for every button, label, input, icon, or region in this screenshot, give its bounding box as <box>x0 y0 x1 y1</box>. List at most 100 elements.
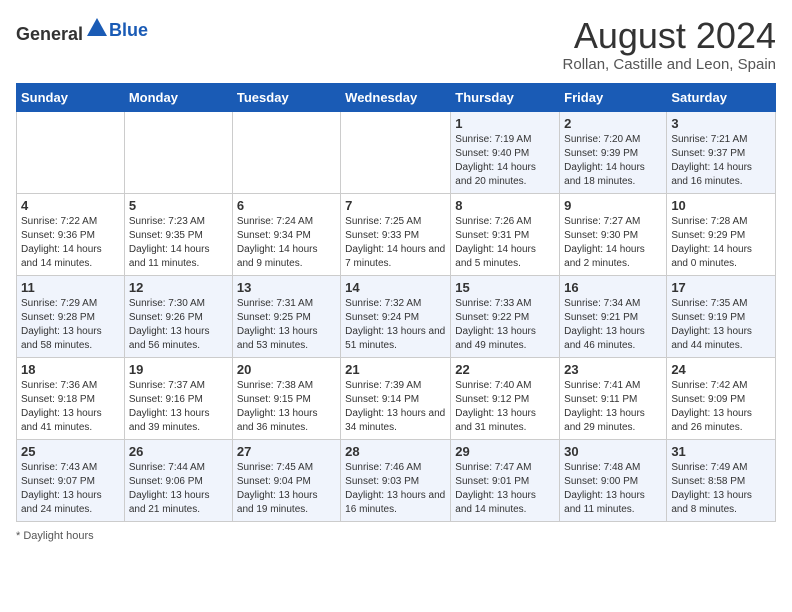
logo-icon <box>85 16 109 40</box>
calendar-cell: 12 Sunrise: 7:30 AM Sunset: 9:26 PM Dayli… <box>124 275 232 357</box>
day-number: 26 <box>129 444 228 459</box>
calendar-cell: 11 Sunrise: 7:29 AM Sunset: 9:28 PM Dayli… <box>17 275 125 357</box>
calendar-cell: 27 Sunrise: 7:45 AM Sunset: 9:04 PM Dayli… <box>232 439 340 521</box>
calendar-cell <box>124 111 232 193</box>
day-of-week-friday: Friday <box>560 83 667 111</box>
day-number: 22 <box>455 362 555 377</box>
day-number: 29 <box>455 444 555 459</box>
day-of-week-tuesday: Tuesday <box>232 83 340 111</box>
day-of-week-sunday: Sunday <box>17 83 125 111</box>
week-row-1: 1Sunrise: 7:19 AM Sunset: 9:40 PM Daylig… <box>17 111 776 193</box>
day-info: Sunrise: 7:34 AM Sunset: 9:21 PM Dayligh… <box>564 297 662 353</box>
calendar-cell: 13Sunrise: 7:31 AM Sunset: 9:25 PM Dayli… <box>232 275 340 357</box>
day-info: Sunrise: 7:42 AM Sunset: 9:09 PM Dayligh… <box>671 379 771 435</box>
calendar-cell <box>341 111 451 193</box>
calendar-cell: 1Sunrise: 7:19 AM Sunset: 9:40 PM Daylig… <box>451 111 560 193</box>
day-number: 31 <box>671 444 771 459</box>
calendar-cell <box>17 111 125 193</box>
day-number: 10 <box>671 198 771 213</box>
day-number: 12 <box>129 280 228 295</box>
calendar-table: SundayMondayTuesdayWednesdayThursdayFrid… <box>16 83 776 522</box>
calendar-cell: 6 Sunrise: 7:24 AM Sunset: 9:34 PM Daylig… <box>232 193 340 275</box>
calendar-cell: 7 Sunrise: 7:25 AM Sunset: 9:33 PM Daylig… <box>341 193 451 275</box>
day-number: 14 <box>345 280 446 295</box>
day-number: 17 <box>671 280 771 295</box>
day-number: 1 <box>455 116 555 131</box>
header: General Blue August 2024 Rollan, Castill… <box>16 16 776 73</box>
location: Rollan, Castille and Leon, Spain <box>563 56 776 73</box>
day-info: Sunrise: 7:29 AM Sunset: 9:28 PM Dayligh… <box>21 297 120 353</box>
calendar-cell: 2 Sunrise: 7:20 AM Sunset: 9:39 PM Daylig… <box>560 111 667 193</box>
day-info: Sunrise: 7:20 AM Sunset: 9:39 PM Dayligh… <box>564 133 662 189</box>
day-info: Sunrise: 7:22 AM Sunset: 9:36 PM Dayligh… <box>21 215 120 271</box>
day-number: 27 <box>237 444 336 459</box>
day-number: 23 <box>564 362 662 377</box>
calendar-cell: 20Sunrise: 7:38 AM Sunset: 9:15 PM Dayli… <box>232 357 340 439</box>
calendar-cell: 21Sunrise: 7:39 AM Sunset: 9:14 PM Dayli… <box>341 357 451 439</box>
day-number: 11 <box>21 280 120 295</box>
calendar-cell: 5 Sunrise: 7:23 AM Sunset: 9:35 PM Daylig… <box>124 193 232 275</box>
week-row-3: 11 Sunrise: 7:29 AM Sunset: 9:28 PM Dayli… <box>17 275 776 357</box>
day-of-week-saturday: Saturday <box>667 83 776 111</box>
title-area: August 2024 Rollan, Castille and Leon, S… <box>563 16 776 73</box>
calendar-cell: 29Sunrise: 7:47 AM Sunset: 9:01 PM Dayli… <box>451 439 560 521</box>
calendar-cell: 16 Sunrise: 7:34 AM Sunset: 9:21 PM Dayli… <box>560 275 667 357</box>
day-info: Sunrise: 7:40 AM Sunset: 9:12 PM Dayligh… <box>455 379 555 435</box>
day-info: Sunrise: 7:23 AM Sunset: 9:35 PM Dayligh… <box>129 215 228 271</box>
day-info: Sunrise: 7:45 AM Sunset: 9:04 PM Dayligh… <box>237 461 336 517</box>
day-info: Sunrise: 7:24 AM Sunset: 9:34 PM Dayligh… <box>237 215 336 271</box>
day-number: 7 <box>345 198 446 213</box>
day-info: Sunrise: 7:48 AM Sunset: 9:00 PM Dayligh… <box>564 461 662 517</box>
day-info: Sunrise: 7:35 AM Sunset: 9:19 PM Dayligh… <box>671 297 771 353</box>
calendar-cell: 4Sunrise: 7:22 AM Sunset: 9:36 PM Daylig… <box>17 193 125 275</box>
day-number: 2 <box>564 116 662 131</box>
day-info: Sunrise: 7:32 AM Sunset: 9:24 PM Dayligh… <box>345 297 446 353</box>
day-number: 24 <box>671 362 771 377</box>
logo-blue: Blue <box>109 20 148 40</box>
day-of-week-thursday: Thursday <box>451 83 560 111</box>
day-info: Sunrise: 7:28 AM Sunset: 9:29 PM Dayligh… <box>671 215 771 271</box>
day-number: 16 <box>564 280 662 295</box>
day-number: 20 <box>237 362 336 377</box>
day-number: 18 <box>21 362 120 377</box>
calendar-header: SundayMondayTuesdayWednesdayThursdayFrid… <box>17 83 776 111</box>
calendar-cell: 15Sunrise: 7:33 AM Sunset: 9:22 PM Dayli… <box>451 275 560 357</box>
calendar-body: 1Sunrise: 7:19 AM Sunset: 9:40 PM Daylig… <box>17 111 776 521</box>
calendar-cell: 31 Sunrise: 7:49 AM Sunset: 8:58 PM Dayli… <box>667 439 776 521</box>
day-info: Sunrise: 7:39 AM Sunset: 9:14 PM Dayligh… <box>345 379 446 435</box>
calendar-cell: 24 Sunrise: 7:42 AM Sunset: 9:09 PM Dayli… <box>667 357 776 439</box>
day-number: 8 <box>455 198 555 213</box>
day-info: Sunrise: 7:41 AM Sunset: 9:11 PM Dayligh… <box>564 379 662 435</box>
day-number: 28 <box>345 444 446 459</box>
month-year: August 2024 <box>563 16 776 56</box>
day-number: 6 <box>237 198 336 213</box>
calendar-cell: 8 Sunrise: 7:26 AM Sunset: 9:31 PM Daylig… <box>451 193 560 275</box>
day-of-week-wednesday: Wednesday <box>341 83 451 111</box>
logo: General Blue <box>16 16 148 45</box>
week-row-4: 18 Sunrise: 7:36 AM Sunset: 9:18 PM Dayli… <box>17 357 776 439</box>
calendar-cell: 28 Sunrise: 7:46 AM Sunset: 9:03 PM Dayli… <box>341 439 451 521</box>
day-info: Sunrise: 7:25 AM Sunset: 9:33 PM Dayligh… <box>345 215 446 271</box>
day-info: Sunrise: 7:36 AM Sunset: 9:18 PM Dayligh… <box>21 379 120 435</box>
day-info: Sunrise: 7:26 AM Sunset: 9:31 PM Dayligh… <box>455 215 555 271</box>
day-number: 25 <box>21 444 120 459</box>
calendar-cell: 23 Sunrise: 7:41 AM Sunset: 9:11 PM Dayli… <box>560 357 667 439</box>
calendar-cell: 26Sunrise: 7:44 AM Sunset: 9:06 PM Dayli… <box>124 439 232 521</box>
day-info: Sunrise: 7:49 AM Sunset: 8:58 PM Dayligh… <box>671 461 771 517</box>
day-info: Sunrise: 7:43 AM Sunset: 9:07 PM Dayligh… <box>21 461 120 517</box>
calendar-cell: 14 Sunrise: 7:32 AM Sunset: 9:24 PM Dayli… <box>341 275 451 357</box>
footer-note: * Daylight hours <box>16 530 776 542</box>
day-number: 5 <box>129 198 228 213</box>
calendar-cell: 17 Sunrise: 7:35 AM Sunset: 9:19 PM Dayli… <box>667 275 776 357</box>
day-info: Sunrise: 7:30 AM Sunset: 9:26 PM Dayligh… <box>129 297 228 353</box>
calendar-cell: 3Sunrise: 7:21 AM Sunset: 9:37 PM Daylig… <box>667 111 776 193</box>
day-info: Sunrise: 7:21 AM Sunset: 9:37 PM Dayligh… <box>671 133 771 189</box>
day-number: 30 <box>564 444 662 459</box>
logo-general: General <box>16 24 83 44</box>
day-number: 15 <box>455 280 555 295</box>
day-info: Sunrise: 7:46 AM Sunset: 9:03 PM Dayligh… <box>345 461 446 517</box>
week-row-2: 4Sunrise: 7:22 AM Sunset: 9:36 PM Daylig… <box>17 193 776 275</box>
calendar-cell: 22 Sunrise: 7:40 AM Sunset: 9:12 PM Dayli… <box>451 357 560 439</box>
day-info: Sunrise: 7:31 AM Sunset: 9:25 PM Dayligh… <box>237 297 336 353</box>
calendar-cell: 19Sunrise: 7:37 AM Sunset: 9:16 PM Dayli… <box>124 357 232 439</box>
